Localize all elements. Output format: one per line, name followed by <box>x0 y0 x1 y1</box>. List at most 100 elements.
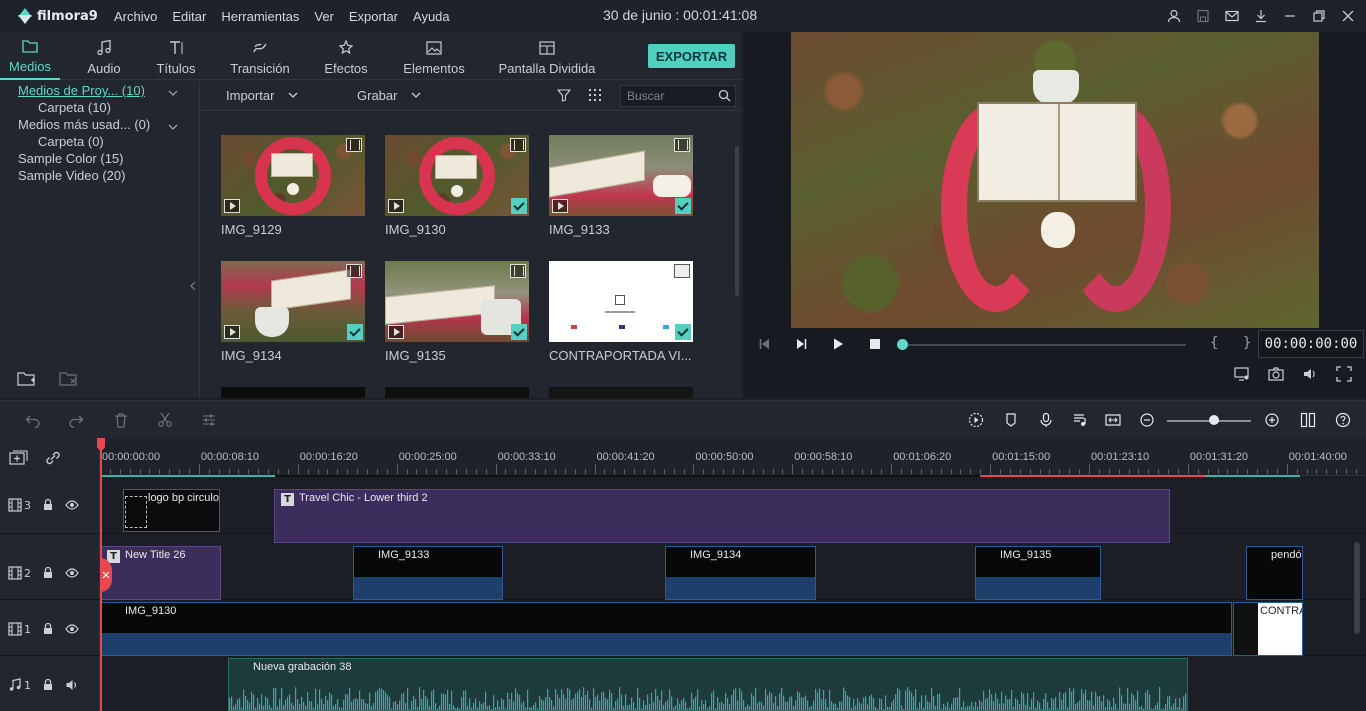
add-track-icon[interactable] <box>9 450 29 469</box>
record-dropdown[interactable]: Grabar <box>357 88 421 103</box>
volume-icon[interactable] <box>1302 366 1318 382</box>
timeline-clip[interactable]: IMG_9135 <box>975 546 1101 600</box>
tab-titulos[interactable]: Títulos <box>146 32 206 80</box>
media-grid-scrollbar[interactable] <box>735 146 739 296</box>
timeline-vertical-scrollbar[interactable] <box>1354 542 1360 634</box>
eye-visibility-icon[interactable] <box>65 566 79 580</box>
tab-pantalla-dividida[interactable]: Pantalla Dividida <box>498 32 596 80</box>
lock-icon[interactable] <box>41 622 55 636</box>
media-item[interactable]: CONTRAPORTADA VI... <box>549 261 693 363</box>
microphone-icon[interactable] <box>1038 412 1054 428</box>
tab-medios[interactable]: Medios <box>0 32 60 80</box>
menu-ver[interactable]: Ver <box>314 9 334 24</box>
timeline-clip[interactable]: logo bp circulo <box>123 489 220 532</box>
menu-ayuda[interactable]: Ayuda <box>413 9 450 24</box>
tree-item-most-used[interactable]: Medios más usad... (0) <box>18 117 150 132</box>
adjust-sliders-icon[interactable] <box>201 412 217 428</box>
help-icon[interactable] <box>1335 412 1351 428</box>
mark-in-out-buttons[interactable]: { } <box>1210 335 1259 351</box>
eye-visibility-icon[interactable] <box>65 498 79 512</box>
close-icon[interactable] <box>1340 8 1356 24</box>
zoom-slider-handle[interactable] <box>1209 415 1219 425</box>
step-back-icon[interactable] <box>758 337 772 351</box>
zoom-in-icon[interactable] <box>1264 412 1280 428</box>
tree-item-folder-empty[interactable]: Carpeta (0) <box>38 134 104 149</box>
account-icon[interactable] <box>1166 8 1182 24</box>
lock-icon[interactable] <box>41 678 55 692</box>
menu-exportar[interactable]: Exportar <box>349 9 398 24</box>
media-item[interactable]: IMG_9134 <box>221 261 365 363</box>
eye-visibility-icon[interactable] <box>65 622 79 636</box>
timeline-clip[interactable]: IMG_9134 <box>665 546 816 600</box>
tree-item-project-media[interactable]: Medios de Proy... (10) <box>18 83 145 98</box>
tab-efectos[interactable]: Efectos <box>314 32 378 80</box>
new-folder-icon[interactable] <box>16 369 36 387</box>
media-item[interactable] <box>221 387 365 398</box>
tab-audio[interactable]: Audio <box>74 32 134 80</box>
timeline-ruler[interactable]: 00:00:00:00 00:00:08:10 00:00:16:20 00:00:2… <box>100 438 1366 476</box>
filter-icon[interactable] <box>557 88 571 102</box>
mail-icon[interactable] <box>1224 8 1240 24</box>
tree-item-sample-color[interactable]: Sample Color (15) <box>18 151 124 166</box>
media-item[interactable] <box>549 387 693 398</box>
fullscreen-icon[interactable] <box>1336 366 1352 382</box>
timeline-clip[interactable]: IMG_9130 <box>100 602 1232 656</box>
redo-icon[interactable] <box>68 412 84 429</box>
tab-transicion[interactable]: Transición <box>222 32 298 80</box>
waveform-bar <box>443 693 445 710</box>
minimize-icon[interactable] <box>1282 8 1298 24</box>
tree-item-folder[interactable]: Carpeta (10) <box>38 100 111 115</box>
grid-view-icon[interactable] <box>588 88 602 102</box>
marker-icon[interactable] <box>1003 412 1019 428</box>
save-icon[interactable] <box>1195 8 1211 24</box>
collapse-panel-icon[interactable] <box>189 281 197 291</box>
snapshot-camera-icon[interactable] <box>1268 366 1284 382</box>
stop-icon[interactable] <box>868 337 882 351</box>
media-item[interactable] <box>385 387 529 398</box>
waveform-bar <box>709 706 711 710</box>
undo-icon[interactable] <box>25 412 41 429</box>
timeline-clip[interactable]: CONTRA <box>1233 602 1303 656</box>
media-item[interactable]: IMG_9130 <box>385 135 529 237</box>
audio-mixer-icon[interactable] <box>1072 412 1088 428</box>
chevron-down-icon[interactable] <box>168 121 178 131</box>
display-settings-icon[interactable] <box>1234 366 1250 382</box>
timeline-clip[interactable]: pendó <box>1246 546 1303 600</box>
step-forward-icon[interactable] <box>794 337 808 351</box>
menu-herramientas[interactable]: Herramientas <box>221 9 299 24</box>
media-item[interactable]: IMG_9133 <box>549 135 693 237</box>
timeline-clip[interactable]: IMG_9133 <box>353 546 503 600</box>
timeline-clip[interactable]: Nueva grabación 38 <box>228 658 1188 711</box>
media-item[interactable]: IMG_9135 <box>385 261 529 363</box>
timeline-clip[interactable]: T New Title 26 <box>100 546 221 600</box>
preview-scrub-bar[interactable] <box>902 344 1186 346</box>
download-icon[interactable] <box>1253 8 1269 24</box>
lock-icon[interactable] <box>41 498 55 512</box>
preview-scrub-handle[interactable] <box>897 339 908 350</box>
timeline-clip[interactable]: T Travel Chic - Lower third 2 <box>274 489 1170 543</box>
tab-elementos[interactable]: Elementos <box>398 32 470 80</box>
play-icon[interactable] <box>831 337 845 351</box>
render-preview-icon[interactable] <box>968 412 984 428</box>
waveform-bar <box>379 687 381 710</box>
delete-icon[interactable] <box>113 412 129 428</box>
link-icon[interactable] <box>44 450 62 469</box>
fit-timeline-icon[interactable] <box>1105 412 1121 428</box>
delete-folder-icon[interactable] <box>58 369 78 387</box>
track-layout-icon[interactable] <box>1300 412 1316 428</box>
export-button[interactable]: EXPORTAR <box>648 44 735 68</box>
cut-scissors-icon[interactable] <box>157 412 173 428</box>
menu-archivo[interactable]: Archivo <box>114 9 157 24</box>
zoom-out-icon[interactable] <box>1139 412 1155 428</box>
tree-item-sample-video[interactable]: Sample Video (20) <box>18 168 125 183</box>
chevron-down-icon[interactable] <box>168 87 178 97</box>
lock-icon[interactable] <box>41 566 55 580</box>
search-input[interactable] <box>621 86 713 106</box>
media-item[interactable]: IMG_9129 <box>221 135 365 237</box>
menu-editar[interactable]: Editar <box>172 9 206 24</box>
restore-icon[interactable] <box>1311 8 1327 24</box>
ruler-tick <box>406 469 408 474</box>
speaker-icon[interactable] <box>65 678 79 692</box>
import-dropdown[interactable]: Importar <box>226 88 298 103</box>
search-icon[interactable] <box>718 89 731 102</box>
